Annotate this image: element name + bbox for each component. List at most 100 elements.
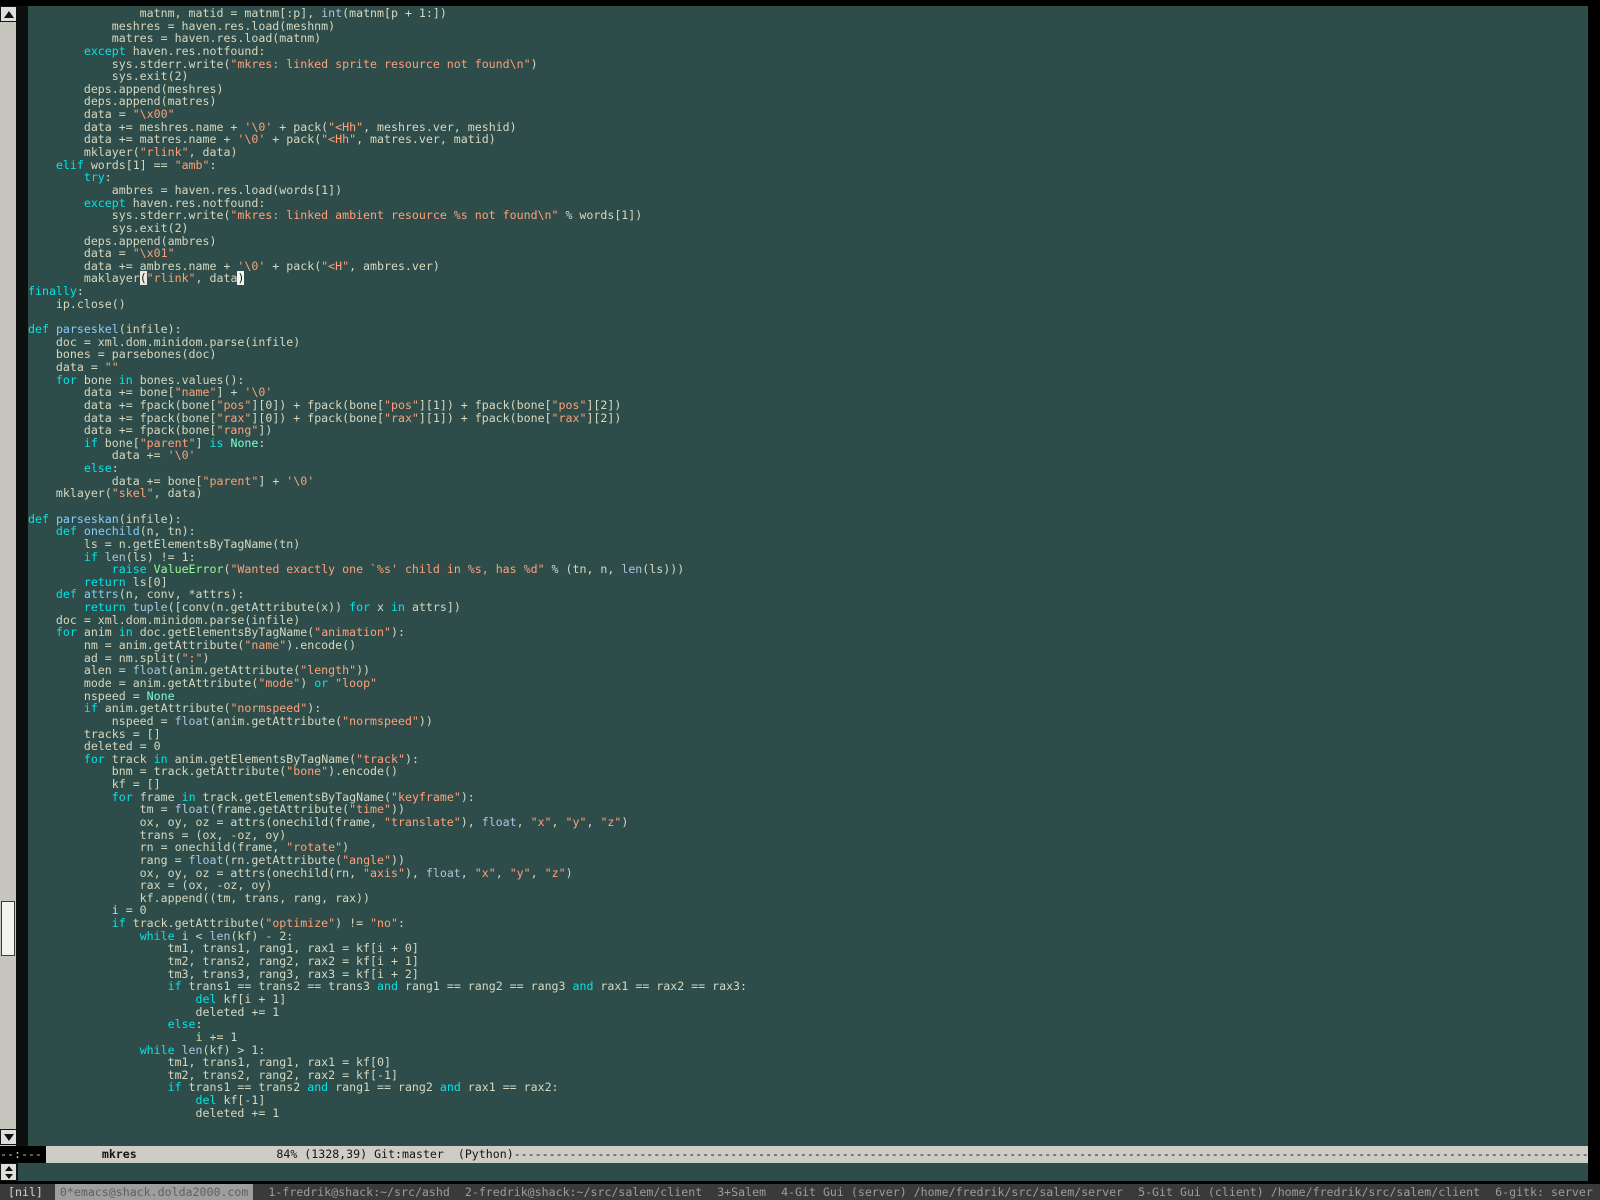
modeline-bar[interactable]: mkres 84% (1328,39) Git:master (Python)-… [46,1146,1588,1163]
code-segment: (matnm[p + 1:]) [342,6,447,20]
code-line[interactable]: mklayer("skel", data) [28,487,1588,500]
code-line[interactable]: deps.append(matres) [28,95,1588,108]
code-line[interactable]: data += matres.name + '\0' + pack("<Hh",… [28,133,1588,146]
code-line[interactable]: nspeed = float(anim.getAttribute("normsp… [28,715,1588,728]
code-segment: ][2]) [586,411,621,425]
code-segment: len [621,562,642,576]
code-line[interactable]: tracks = [] [28,728,1588,741]
code-segment: ).encode() [328,764,398,778]
taskbar: [nil] 0*emacs@shack.dolda2000.com 1-fredri… [0,1184,1600,1200]
code-line[interactable]: data += '\0' [28,449,1588,462]
code-line[interactable]: return ls[0] [28,576,1588,589]
code-segment: ) [300,676,314,690]
taskbar-window-item[interactable]: 3+Salem [717,1184,766,1200]
taskbar-window-item[interactable]: 1-fredrik@shack:~/src/ashd [268,1184,449,1200]
code-segment: , [552,815,566,829]
code-line[interactable]: data += ambres.name + '\0' + pack("<H", … [28,260,1588,273]
code-line[interactable]: bnm = track.getAttribute("bone").encode(… [28,765,1588,778]
code-segment: , data) [154,486,203,500]
scrollbar-up-button[interactable] [0,6,17,22]
code-line[interactable]: deps.append(ambres) [28,235,1588,248]
code-segment: "y" [566,815,587,829]
taskbar-window-item[interactable]: 2-fredrik@shack:~/src/salem/client [465,1184,702,1200]
code-segment: : [258,436,265,450]
code-segment: ( [140,271,147,285]
code-line[interactable]: bones = parsebones(doc) [28,348,1588,361]
taskbar-window-item[interactable]: 0*emacs@shack.dolda2000.com [55,1184,253,1200]
code-segment: ), [405,866,426,880]
code-line[interactable]: if bone["parent"] is None: [28,437,1588,450]
code-segment: , ambres.ver) [349,259,440,273]
code-segment: , matres.ver, matid) [356,132,496,146]
code-line[interactable]: data = "" [28,361,1588,374]
code-segment: , [531,866,545,880]
code-line[interactable] [28,310,1588,323]
code-line[interactable]: else: [28,1018,1588,1031]
taskbar-group-label[interactable]: [nil] [8,1184,43,1200]
code-segment: and [440,1080,461,1094]
scrollbar-thumb[interactable] [1,901,15,956]
taskbar-window-item[interactable]: 6-gitk: server [1495,1184,1593,1200]
code-segment: "skel" [112,486,154,500]
code-segment: "no" [370,916,398,930]
code-segment: , [517,815,531,829]
code-segment: ] [196,436,210,450]
editor-text[interactable]: matnm, matid = matnm[:p], int(matnm[p + … [28,6,1588,1147]
code-segment: and [377,979,398,993]
code-line[interactable]: ip.close() [28,298,1588,311]
code-line[interactable]: deleted += 1 [28,1107,1588,1120]
code-segment: ): [461,790,475,804]
code-segment: % words[1]) [558,208,642,222]
code-segment: and [307,1080,328,1094]
taskbar-window-item[interactable]: 4-Git Gui (server) /home/fredrik/src/sal… [781,1184,1123,1200]
code-segment: , [496,866,510,880]
code-line[interactable]: deps.append(meshres) [28,83,1588,96]
code-line[interactable]: deleted += 1 [28,1006,1588,1019]
code-line[interactable]: sys.stderr.write("mkres: linked ambient … [28,209,1588,222]
code-line[interactable]: sys.exit(2) [28,70,1588,83]
code-line[interactable]: mode = anim.getAttribute("mode") or "loo… [28,677,1588,690]
scrollbar-track[interactable] [0,6,16,1146]
modeline-buffer-name[interactable]: mkres [102,1147,137,1161]
code-line[interactable]: data += bone["parent"] + '\0' [28,475,1588,488]
code-segment: , data [196,271,238,285]
code-segment: "axis" [363,866,405,880]
code-line[interactable]: sys.exit(2) [28,222,1588,235]
minibuffer-scroll-spinner[interactable] [0,1163,17,1181]
minibuffer[interactable] [18,1163,1588,1181]
emacs-frame: matnm, matid = matnm[:p], int(matnm[p + … [0,0,1600,1200]
modeline-prefix: --:--- [0,1146,46,1163]
code-line[interactable]: sys.stderr.write("mkres: linked sprite r… [28,58,1588,71]
code-line[interactable]: finally: [28,285,1588,298]
code-segment: and [573,979,594,993]
code-segment: '\0' [168,448,196,462]
code-line[interactable] [28,500,1588,513]
code-segment: x [370,600,391,614]
code-line[interactable]: maklayer("rlink", data) [28,272,1588,285]
code-segment: '\0' [237,132,265,146]
arrow-up-icon [4,11,14,18]
code-segment: "<Hh" [321,132,356,146]
scrollbar-down-button[interactable] [0,1129,17,1145]
code-line[interactable]: ls = n.getElementsByTagName(tn) [28,538,1588,551]
code-segment: float [175,714,210,728]
code-line[interactable]: doc = xml.dom.minidom.parse(infile) [28,336,1588,349]
code-line[interactable]: mklayer("rlink", data) [28,146,1588,159]
code-line[interactable]: nm = anim.getAttribute("name").encode() [28,639,1588,652]
code-segment: or [314,676,328,690]
code-segment: None [230,436,258,450]
taskbar-window-item[interactable]: 5-Git Gui (client) /home/fredrik/src/sal… [1138,1184,1480,1200]
code-line[interactable]: kf.append((tm, trans, rang, rax)) [28,892,1588,905]
code-segment: ) [621,815,628,829]
arrow-down-icon [4,1134,14,1141]
code-segment: "y" [510,866,531,880]
code-segment: "z" [600,815,621,829]
code-segment: ), [461,815,482,829]
code-line[interactable]: def parseskan(infile): [28,513,1588,526]
code-line[interactable]: elif words[1] == "amb": [28,159,1588,172]
modeline-gap [46,1147,102,1161]
code-line[interactable]: raise ValueError("Wanted exactly one `%s… [28,563,1588,576]
code-segment: : [210,158,217,172]
editor-fringe [16,6,28,1181]
code-segment: "<H" [321,259,349,273]
